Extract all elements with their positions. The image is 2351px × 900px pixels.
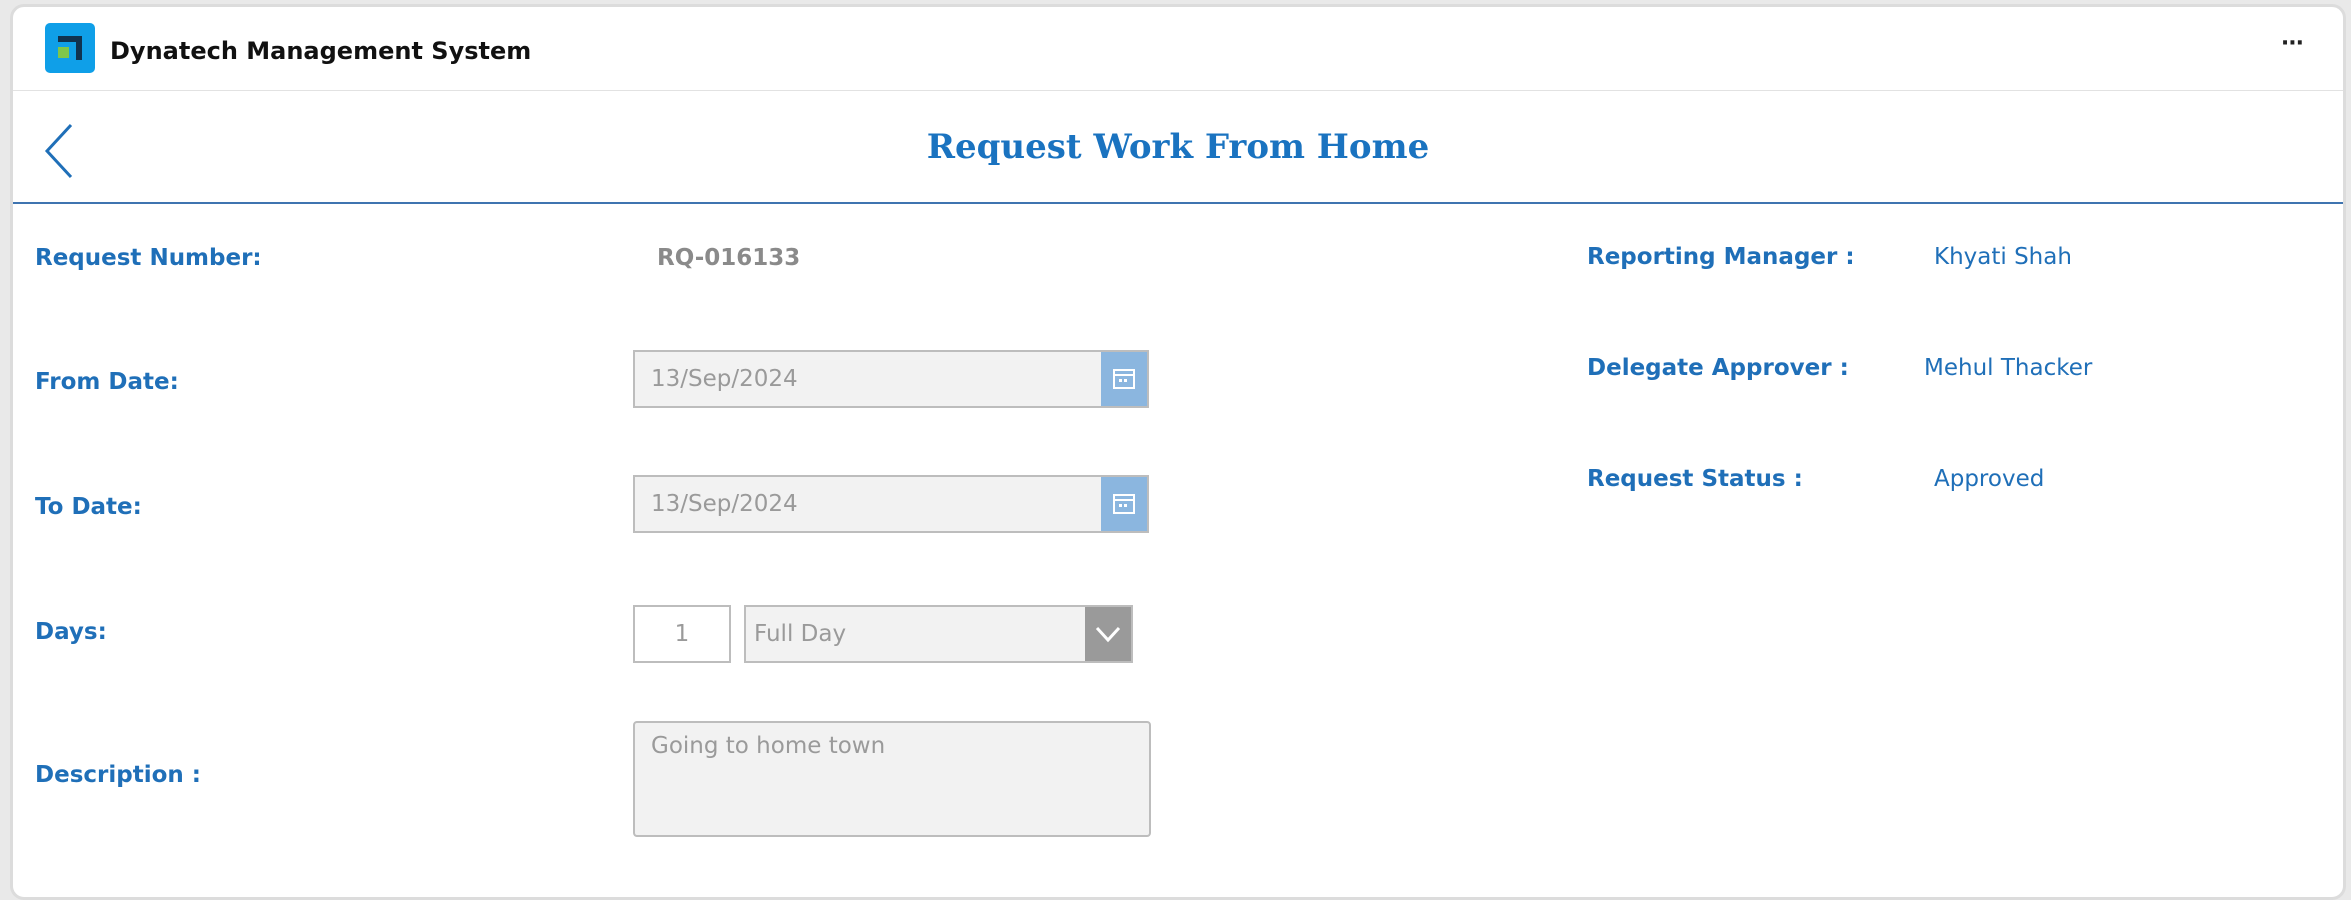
from-date-field[interactable]: 13/Sep/2024: [633, 350, 1149, 408]
from-date-label: From Date:: [35, 369, 179, 395]
request-number-label: Request Number:: [35, 245, 262, 271]
to-date-label: To Date:: [35, 494, 142, 520]
day-type-dropdown[interactable]: Full Day: [744, 605, 1133, 663]
chevron-down-icon: [1095, 626, 1121, 643]
to-date-value: 13/Sep/2024: [651, 491, 798, 517]
app-window: Dynatech Management System ··· Request W…: [10, 4, 2346, 900]
request-number-value: RQ-016133: [657, 245, 801, 271]
reporting-manager-value: Khyati Shah: [1934, 244, 2072, 270]
from-date-value: 13/Sep/2024: [651, 366, 798, 392]
page-title: Request Work From Home: [926, 127, 1430, 167]
day-type-dropdown-button[interactable]: [1085, 607, 1131, 661]
calendar-icon: [1113, 494, 1135, 514]
description-label: Description :: [35, 762, 201, 788]
request-status-value: Approved: [1934, 466, 2045, 492]
description-value: Going to home town: [651, 733, 886, 759]
to-date-field[interactable]: 13/Sep/2024: [633, 475, 1149, 533]
from-date-calendar-button[interactable]: [1101, 352, 1147, 406]
delegate-approver-label: Delegate Approver :: [1587, 355, 1849, 381]
days-label: Days:: [35, 619, 107, 645]
to-date-calendar-button[interactable]: [1101, 477, 1147, 531]
app-title: Dynatech Management System: [110, 37, 532, 65]
app-logo-icon: [45, 23, 95, 73]
description-textarea[interactable]: Going to home town: [633, 721, 1151, 837]
more-options-button[interactable]: ···: [2281, 31, 2304, 56]
request-status-label: Request Status :: [1587, 466, 1803, 492]
day-type-value: Full Day: [754, 621, 847, 647]
days-count-input[interactable]: 1: [633, 605, 731, 663]
calendar-icon: [1113, 369, 1135, 389]
reporting-manager-label: Reporting Manager :: [1587, 244, 1855, 270]
page-header: Request Work From Home: [13, 91, 2343, 204]
delegate-approver-value: Mehul Thacker: [1924, 355, 2093, 381]
title-bar: Dynatech Management System ···: [13, 7, 2343, 91]
